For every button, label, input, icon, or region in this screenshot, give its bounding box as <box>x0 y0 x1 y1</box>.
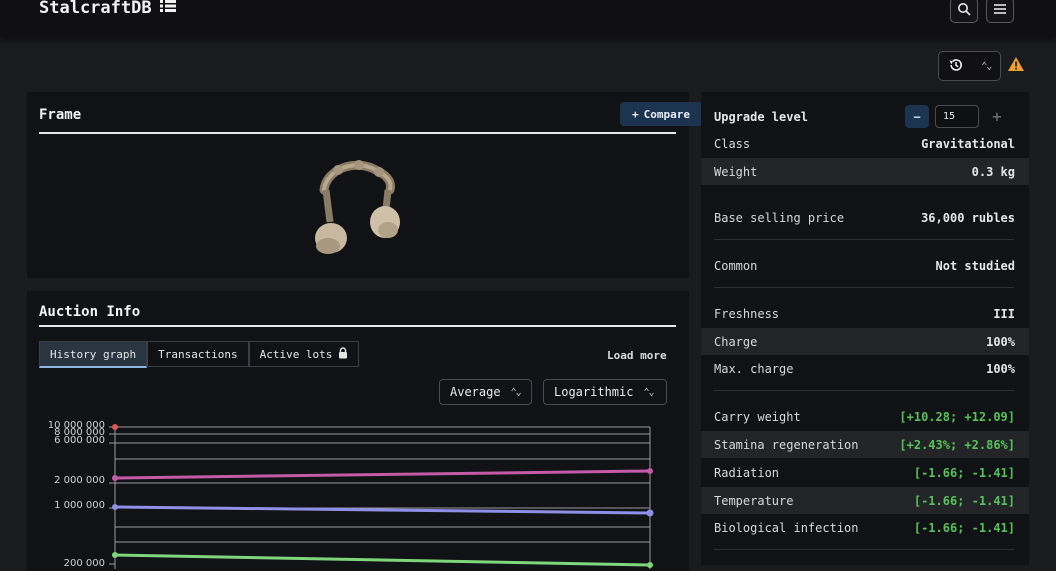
divider <box>714 390 1014 391</box>
stat-row-freshness: Freshness III <box>701 300 1029 327</box>
auction-card: Auction Info History graph Transactions … <box>27 291 689 571</box>
stat-value: Gravitational <box>921 136 1015 151</box>
series-point-purple[interactable] <box>112 504 118 510</box>
divider <box>714 239 1014 240</box>
stat-value: 0.3 kg <box>971 164 1015 179</box>
menu-icon <box>993 3 1007 18</box>
series-point-green[interactable] <box>647 562 653 568</box>
auction-tabs: History graph Transactions Active lots <box>39 341 360 368</box>
stat-label: Stamina regeneration <box>714 437 859 452</box>
scale-value: Logarithmic <box>554 385 634 399</box>
stat-row-base-price: Base selling price 36,000 rubles <box>701 204 1029 231</box>
stat-label: Base selling price <box>714 210 845 225</box>
stat-value: 100% <box>986 334 1015 349</box>
series-point-green[interactable] <box>112 552 118 558</box>
tab-history-graph-label: History graph <box>50 347 137 361</box>
stat-label: Freshness <box>714 306 780 321</box>
tab-active-lots[interactable]: Active lots <box>248 341 360 367</box>
stat-value: [-1.66; -1.41] <box>913 493 1015 508</box>
stat-value: [+10.28; +12.09] <box>899 409 1015 424</box>
series-point-pink[interactable] <box>112 475 118 481</box>
top-navbar: StalcraftDB <box>0 0 1056 38</box>
stat-row-carry-weight: Carry weight [+10.28; +12.09] <box>701 403 1029 430</box>
stat-label: Class <box>714 136 751 151</box>
lock-icon <box>338 346 348 362</box>
updown-chevron-icon: ⌃⌄ <box>981 60 992 72</box>
stat-label: Temperature <box>714 493 794 508</box>
stat-row-max-charge: Max. charge 100% <box>701 355 1029 382</box>
stat-label: Carry weight <box>714 409 801 424</box>
upgrade-level-input[interactable]: 15 <box>935 105 979 128</box>
series-point-red[interactable] <box>112 424 118 430</box>
tab-active-lots-label: Active lots <box>259 347 333 361</box>
frame-title: Frame <box>39 107 82 123</box>
stat-label: Max. charge <box>714 361 794 376</box>
auction-title-underline <box>39 325 676 327</box>
stat-row-radiation: Radiation [-1.66; -1.41] <box>701 459 1029 486</box>
decrease-button[interactable]: − <box>905 105 929 128</box>
frame-title-underline <box>39 132 676 134</box>
stat-row-weight: Weight 0.3 kg <box>701 158 1029 185</box>
stat-label: Radiation <box>714 465 780 480</box>
warning-icon[interactable] <box>1007 56 1025 75</box>
version-history-select[interactable]: ⌃⌄ <box>938 51 1001 81</box>
series-point-purple[interactable] <box>646 509 654 517</box>
chart-plot-area <box>109 424 654 569</box>
compare-button[interactable]: + Compare <box>620 102 702 126</box>
stat-value: 36,000 rubles <box>921 210 1015 225</box>
stat-value: 100% <box>986 361 1015 376</box>
stat-row-common: Common Not studied <box>701 252 1029 279</box>
stat-value: III <box>993 306 1015 321</box>
stat-row-temperature: Temperature [-1.66; -1.41] <box>701 487 1029 514</box>
tab-transactions[interactable]: Transactions <box>147 341 249 367</box>
series-line-green <box>114 553 651 567</box>
stat-value: Not studied <box>935 258 1015 273</box>
stat-row-class: Class Gravitational <box>701 130 1029 157</box>
stat-value: [-1.66; -1.41] <box>913 520 1015 535</box>
upgrade-level-stepper: − 15 + <box>905 105 1009 128</box>
stat-value: [-1.66; -1.41] <box>913 465 1015 480</box>
minus-icon: − <box>913 109 921 124</box>
stat-label: Common <box>714 258 758 273</box>
updown-chevron-icon: ⌃⌄ <box>643 386 654 398</box>
stat-label: Biological infection <box>714 520 859 535</box>
brand-name: StalcraftDB <box>39 0 152 18</box>
stat-value: [+2.43%; +2.86%] <box>899 437 1015 452</box>
increase-button[interactable]: + <box>985 105 1009 128</box>
scale-select[interactable]: Logarithmic ⌃⌄ <box>543 379 667 405</box>
upgrade-level-label: Upgrade level <box>714 110 808 124</box>
stat-row-charge: Charge 100% <box>701 328 1029 355</box>
search-button[interactable] <box>950 0 978 23</box>
tab-transactions-label: Transactions <box>158 347 238 361</box>
stat-row-bio-infection: Biological infection [-1.66; -1.41] <box>701 514 1029 541</box>
auction-title: Auction Info <box>39 304 141 320</box>
series-line-pink <box>114 469 651 480</box>
plus-icon: + <box>992 107 1002 126</box>
search-icon <box>957 2 971 19</box>
artifact-image <box>304 160 410 261</box>
stat-label: Charge <box>714 334 758 349</box>
stats-panel: Upgrade level − 15 + Class Gravitational… <box>701 92 1029 565</box>
series-point-pink[interactable] <box>647 468 653 474</box>
list-icon <box>159 0 176 18</box>
tab-history-graph[interactable]: History graph <box>39 341 148 368</box>
stat-label: Weight <box>714 164 758 179</box>
load-more-link[interactable]: Load more <box>607 349 667 362</box>
price-type-select[interactable]: Average ⌃⌄ <box>439 379 532 405</box>
brand-logo[interactable]: StalcraftDB <box>39 0 176 18</box>
price-history-chart: 10 000 000 8 000 000 6 000 000 2 000 000… <box>39 419 669 569</box>
plus-icon: + <box>632 107 639 121</box>
price-type-value: Average <box>450 385 501 399</box>
frame-card: Frame + Compare <box>27 92 702 278</box>
stat-row-stamina-regen: Stamina regeneration [+2.43%; +2.86%] <box>701 431 1029 458</box>
divider <box>714 287 1014 288</box>
history-icon <box>948 57 964 76</box>
menu-button[interactable] <box>986 0 1014 23</box>
updown-chevron-icon: ⌃⌄ <box>510 386 522 398</box>
divider <box>714 549 1014 550</box>
compare-label: Compare <box>643 107 690 121</box>
